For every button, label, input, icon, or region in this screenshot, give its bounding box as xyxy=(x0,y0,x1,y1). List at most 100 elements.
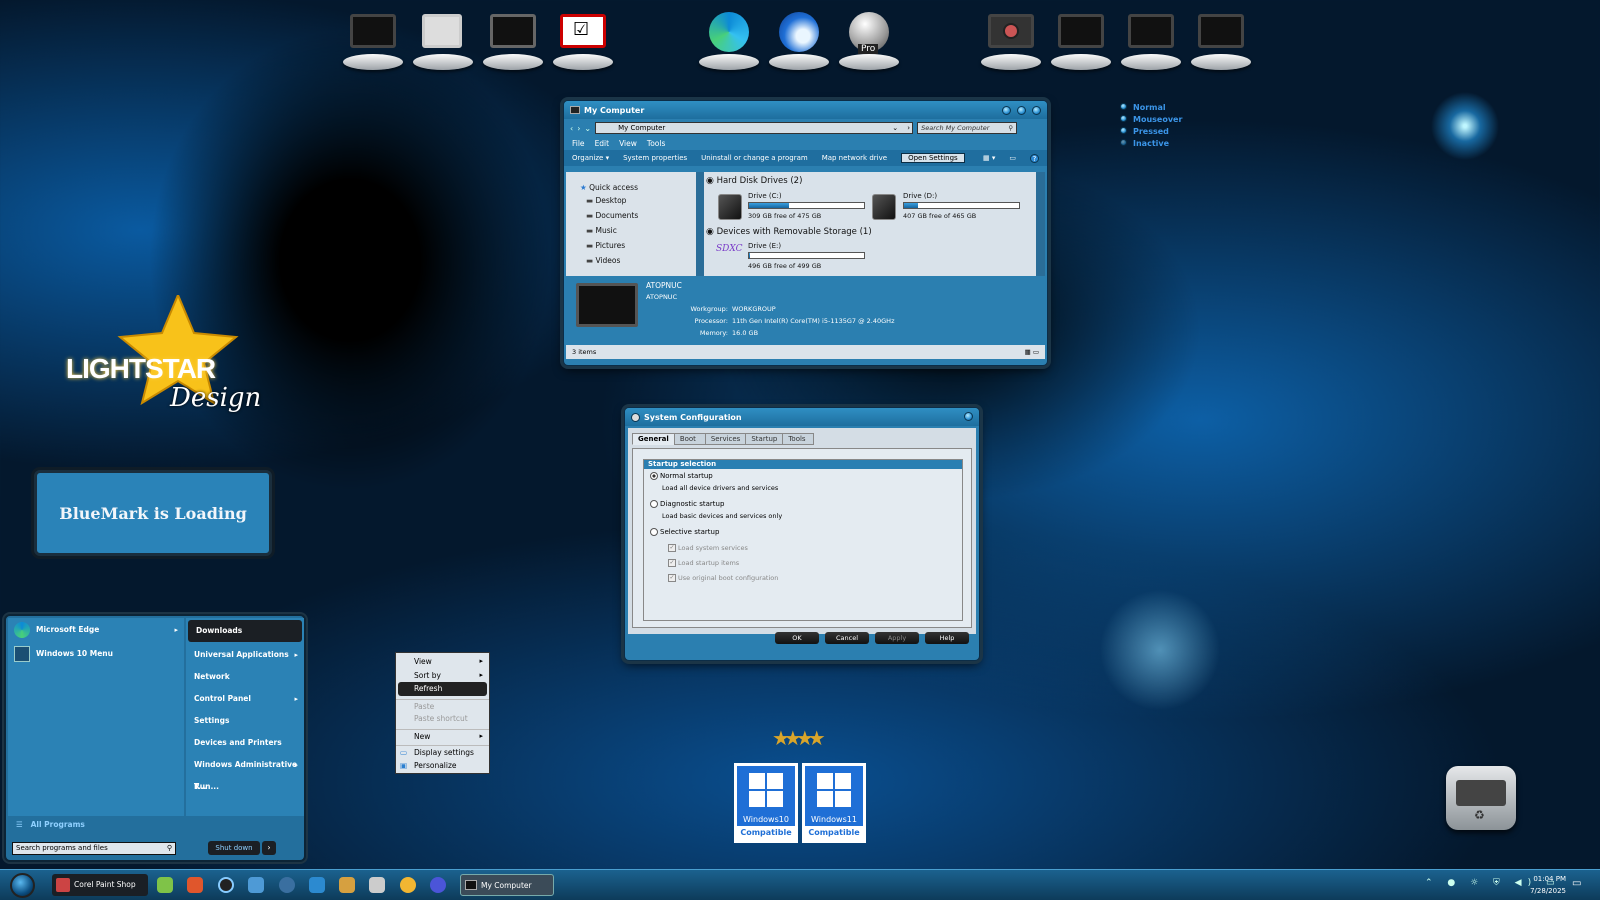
help-icon[interactable]: ? xyxy=(1030,153,1039,163)
shutdown-options-button[interactable]: › xyxy=(262,841,276,855)
view-toggle-icon[interactable]: ▦ ▭ xyxy=(1025,345,1039,359)
nav-music[interactable]: Music xyxy=(595,226,616,235)
app-icon[interactable] xyxy=(187,877,203,893)
menu-file[interactable]: File xyxy=(572,139,585,148)
app-icon[interactable] xyxy=(248,877,264,893)
start-item-run[interactable]: Run... xyxy=(186,776,304,798)
tab-services[interactable]: Services xyxy=(704,433,747,445)
taskbar-task-my-computer[interactable]: My Computer xyxy=(460,874,554,896)
start-item-devices-printers[interactable]: Devices and Printers xyxy=(186,732,304,754)
menu-refresh[interactable]: Refresh xyxy=(398,682,487,696)
address-bar[interactable]: My Computer ⌄ › xyxy=(595,122,914,134)
cancel-button[interactable]: Cancel xyxy=(825,632,869,644)
app-icon[interactable] xyxy=(157,877,173,893)
drive-e-name[interactable]: Drive (E:) xyxy=(748,242,781,250)
help-button[interactable]: Help xyxy=(925,632,969,644)
thunderbird-dock-icon[interactable] xyxy=(766,8,832,72)
back-icon[interactable]: ‹ xyxy=(570,124,573,133)
nav-documents[interactable]: Documents xyxy=(595,211,638,220)
nav-videos[interactable]: Videos xyxy=(595,256,620,265)
camera-dock-icon[interactable] xyxy=(978,8,1044,72)
recycle-bin-icon[interactable]: ♻ xyxy=(1446,766,1516,830)
minimize-button[interactable] xyxy=(1002,105,1011,115)
tab-general[interactable]: General xyxy=(632,433,675,445)
normal-startup-radio[interactable] xyxy=(650,472,658,480)
view-options-icon[interactable]: ▦ ▾ xyxy=(983,154,995,162)
start-search-input[interactable]: Search programs and files ⚲ xyxy=(12,842,176,855)
menu-view[interactable]: View xyxy=(619,139,637,148)
monitor-dock-icon[interactable] xyxy=(1048,8,1114,72)
collapse-icon[interactable]: ◉ xyxy=(706,227,714,237)
paint-shop-pro-dock-icon[interactable]: Pro xyxy=(836,8,902,72)
nav-pictures[interactable]: Pictures xyxy=(595,241,625,250)
start-item-downloads[interactable]: Downloads xyxy=(188,620,302,642)
explorer-window[interactable]: My Computer ‹ › ⌄ My Computer ⌄ › Search… xyxy=(563,100,1048,366)
system-configuration-window[interactable]: System Configuration General Boot Services… xyxy=(624,407,980,661)
menu-paste-shortcut[interactable]: Paste shortcut xyxy=(396,712,489,726)
explorer-titlebar[interactable]: My Computer xyxy=(564,101,1047,119)
drive-c-name[interactable]: Drive (C:) xyxy=(748,192,782,200)
clock[interactable]: 01:04 PM 7/28/2025 xyxy=(1506,873,1566,897)
content-scrollbar[interactable] xyxy=(1036,172,1045,276)
app-icon[interactable] xyxy=(279,877,295,893)
app-icon[interactable] xyxy=(400,877,416,893)
apply-button[interactable]: Apply xyxy=(875,632,919,644)
quick-access[interactable]: Quick access xyxy=(589,183,638,192)
menu-edit[interactable]: Edit xyxy=(595,139,610,148)
shield-icon[interactable] xyxy=(369,877,385,893)
collapse-icon[interactable]: ◉ xyxy=(706,176,714,186)
start-item-edge[interactable]: Microsoft Edge ▸ xyxy=(8,618,184,642)
app-icon[interactable] xyxy=(218,877,234,893)
menu-personalize[interactable]: ▣ Personalize xyxy=(396,759,489,773)
taskbar-task-paintshop[interactable]: Corel Paint Shop P... xyxy=(52,874,148,896)
app-icon[interactable] xyxy=(309,877,325,893)
start-item-network[interactable]: Network xyxy=(186,666,304,688)
open-settings-button[interactable]: Open Settings xyxy=(901,153,965,163)
start-item-settings[interactable]: Settings xyxy=(186,710,304,732)
checklist-dock-icon[interactable]: ☑ xyxy=(550,8,616,72)
start-button[interactable] xyxy=(10,873,35,898)
start-item-control-panel[interactable]: Control Panel ▸ xyxy=(186,688,304,710)
drive-d-name[interactable]: Drive (D:) xyxy=(903,192,937,200)
menu-paste[interactable]: Paste xyxy=(396,698,489,713)
load-startup-items-checkbox[interactable]: ✓ xyxy=(668,559,676,567)
preview-pane-icon[interactable]: ▭ xyxy=(1009,154,1016,162)
uninstall-program-button[interactable]: Uninstall or change a program xyxy=(701,154,808,162)
load-system-services-checkbox[interactable]: ✓ xyxy=(668,544,676,552)
shutdown-button[interactable]: Shut down xyxy=(208,841,260,855)
nav-scrollbar[interactable] xyxy=(696,172,704,276)
tab-boot[interactable]: Boot xyxy=(673,433,706,445)
app-icon[interactable] xyxy=(430,877,446,893)
search-input[interactable]: Search My Computer ⚲ xyxy=(917,122,1018,134)
sysconfig-titlebar[interactable]: System Configuration xyxy=(625,408,979,426)
map-network-drive-button[interactable]: Map network drive xyxy=(822,154,887,162)
menu-sort-by[interactable]: Sort by ▸ xyxy=(396,669,489,683)
edge-dock-icon[interactable] xyxy=(696,8,762,72)
recent-icon[interactable]: ⌄ xyxy=(584,124,591,133)
all-programs-button[interactable]: ☰ All Programs xyxy=(16,820,85,829)
system-properties-button[interactable]: System properties xyxy=(623,154,687,162)
monitor-dock-icon[interactable] xyxy=(1188,8,1254,72)
network-dock-icon[interactable] xyxy=(480,8,546,72)
monitor-dock-icon[interactable] xyxy=(1118,8,1184,72)
original-boot-config-checkbox[interactable]: ✓ xyxy=(668,574,676,582)
menu-tools[interactable]: Tools xyxy=(647,139,665,148)
close-button[interactable] xyxy=(1032,105,1041,115)
go-icon[interactable]: › xyxy=(907,123,910,133)
selective-startup-radio[interactable] xyxy=(650,528,658,536)
forward-icon[interactable]: › xyxy=(577,124,580,133)
nav-desktop[interactable]: Desktop xyxy=(595,196,626,205)
tab-startup[interactable]: Startup xyxy=(745,433,784,445)
menu-new[interactable]: New ▸ xyxy=(396,728,489,743)
tab-tools[interactable]: Tools xyxy=(782,433,815,445)
organize-button[interactable]: Organize ▾ xyxy=(572,154,609,162)
app-icon[interactable] xyxy=(339,877,355,893)
close-button[interactable] xyxy=(964,411,973,421)
menu-display-settings[interactable]: ▭ Display settings xyxy=(396,745,489,759)
control-panel-dock-icon[interactable] xyxy=(410,8,476,72)
diagnostic-startup-radio[interactable] xyxy=(650,500,658,508)
chevron-down-icon[interactable]: ⌄ xyxy=(892,123,898,133)
computer-dock-icon[interactable] xyxy=(340,8,406,72)
start-item-windows10-menu[interactable]: Windows 10 Menu xyxy=(8,642,184,666)
maximize-button[interactable] xyxy=(1017,105,1026,115)
